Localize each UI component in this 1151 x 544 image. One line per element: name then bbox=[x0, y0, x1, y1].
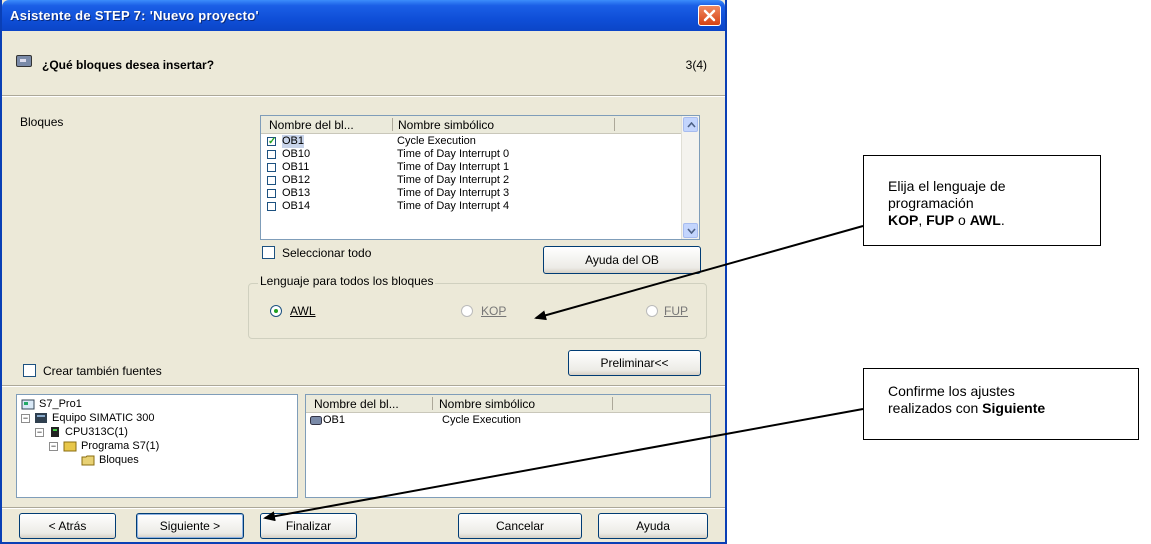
radio-kop-label[interactable]: KOP bbox=[481, 304, 506, 318]
block-row[interactable]: OB1 Cycle Execution bbox=[261, 135, 681, 148]
block-name: OB10 bbox=[282, 148, 311, 160]
preview-divider bbox=[2, 385, 725, 387]
title-bar[interactable]: Asistente de STEP 7: 'Nuevo proyecto' bbox=[2, 0, 725, 31]
create-sources-checkbox[interactable] bbox=[23, 364, 36, 377]
language-group-label: Lenguaje para todos los bloques bbox=[258, 274, 436, 288]
next-button[interactable]: Siguiente > bbox=[136, 513, 244, 539]
station-icon bbox=[35, 413, 47, 423]
chevron-down-icon bbox=[687, 228, 696, 234]
block-checkbox[interactable] bbox=[267, 135, 276, 148]
radio-fup[interactable] bbox=[646, 305, 658, 317]
block-row[interactable]: OB11 Time of Day Interrupt 1 bbox=[261, 161, 681, 174]
language-group bbox=[248, 283, 707, 339]
close-icon bbox=[703, 9, 716, 22]
block-name: OB14 bbox=[282, 200, 311, 212]
block-symbol: Time of Day Interrupt 2 bbox=[397, 174, 510, 186]
block-symbol: Cycle Execution bbox=[397, 135, 476, 147]
select-all-checkbox[interactable] bbox=[262, 246, 275, 259]
preview-column-symbolic-name[interactable]: Nombre simbólico bbox=[439, 397, 535, 411]
scroll-down-button[interactable] bbox=[683, 223, 698, 238]
block-icon bbox=[310, 416, 322, 425]
block-name: OB13 bbox=[282, 187, 311, 199]
select-all-label[interactable]: Seleccionar todo bbox=[282, 246, 371, 260]
callout-language: Elija el lenguaje de programación KOP, F… bbox=[863, 155, 1101, 246]
block-row[interactable]: OB10 Time of Day Interrupt 0 bbox=[261, 148, 681, 161]
project-tree[interactable]: S7_Pro1 − Equipo SIMATIC 300 − CPU313C(1… bbox=[16, 394, 298, 498]
blocks-label: Bloques bbox=[20, 115, 64, 129]
preview-button[interactable]: Preliminar<< bbox=[568, 350, 701, 376]
create-sources-label[interactable]: Crear también fuentes bbox=[43, 364, 162, 378]
cpu-icon bbox=[51, 427, 59, 437]
footer-divider bbox=[2, 507, 725, 509]
folder-icon bbox=[81, 455, 95, 466]
blocks-list[interactable]: Nombre del bl... Nombre simbólico OB1 Cyc… bbox=[260, 115, 700, 240]
block-checkbox[interactable] bbox=[267, 189, 276, 198]
radio-awl-label[interactable]: AWL bbox=[290, 304, 316, 318]
wizard-dialog: Asistente de STEP 7: 'Nuevo proyecto' ¿Q… bbox=[0, 0, 727, 544]
block-row[interactable]: OB13 Time of Day Interrupt 3 bbox=[261, 187, 681, 200]
step-indicator: 3(4) bbox=[685, 58, 707, 72]
help-button[interactable]: Ayuda bbox=[598, 513, 708, 539]
block-row[interactable]: OB14 Time of Day Interrupt 4 bbox=[261, 200, 681, 213]
blocks-scrollbar[interactable] bbox=[681, 116, 699, 239]
preview-blocks-list[interactable]: Nombre del bl... Nombre simbólico OB1 Cy… bbox=[305, 394, 711, 498]
ob-help-button[interactable]: Ayuda del OB bbox=[543, 246, 701, 274]
back-button[interactable]: < Atrás bbox=[19, 513, 116, 539]
cancel-button[interactable]: Cancelar bbox=[458, 513, 582, 539]
preview-list-row[interactable]: OB1 Cycle Execution bbox=[306, 414, 710, 427]
block-name: OB11 bbox=[282, 161, 310, 173]
finish-button[interactable]: Finalizar bbox=[260, 513, 357, 539]
radio-awl[interactable] bbox=[270, 305, 282, 317]
blocks-icon bbox=[16, 55, 32, 67]
radio-kop[interactable] bbox=[461, 305, 473, 317]
program-icon bbox=[63, 441, 77, 452]
preview-list-header: Nombre del bl... Nombre simbólico bbox=[306, 395, 710, 413]
header-divider bbox=[2, 95, 725, 97]
block-symbol: Time of Day Interrupt 3 bbox=[397, 187, 510, 199]
collapse-icon[interactable]: − bbox=[35, 428, 44, 437]
wizard-header: ¿Qué bloques desea insertar? 3(4) bbox=[2, 31, 725, 95]
block-symbol: Time of Day Interrupt 1 bbox=[397, 161, 510, 173]
block-name: OB1 bbox=[282, 135, 305, 148]
block-checkbox[interactable] bbox=[267, 176, 276, 185]
block-row[interactable]: OB12 Time of Day Interrupt 2 bbox=[261, 174, 681, 187]
chevron-up-icon bbox=[687, 122, 696, 128]
block-symbol: Time of Day Interrupt 0 bbox=[397, 148, 510, 160]
preview-column-block-name[interactable]: Nombre del bl... bbox=[314, 397, 399, 411]
collapse-icon[interactable]: − bbox=[21, 414, 30, 423]
wizard-question: ¿Qué bloques desea insertar? bbox=[42, 58, 215, 72]
block-checkbox[interactable] bbox=[267, 150, 276, 159]
block-checkbox[interactable] bbox=[267, 163, 276, 172]
window-title: Asistente de STEP 7: 'Nuevo proyecto' bbox=[10, 8, 259, 23]
blocks-list-header: Nombre del bl... Nombre simbólico bbox=[261, 116, 699, 134]
block-checkbox[interactable] bbox=[267, 202, 276, 211]
column-block-name[interactable]: Nombre del bl... bbox=[269, 118, 354, 132]
collapse-icon[interactable]: − bbox=[49, 442, 58, 451]
radio-fup-label[interactable]: FUP bbox=[664, 304, 688, 318]
project-icon bbox=[21, 399, 35, 410]
block-name: OB12 bbox=[282, 174, 311, 186]
close-button[interactable] bbox=[698, 5, 721, 26]
column-symbolic-name[interactable]: Nombre simbólico bbox=[398, 118, 494, 132]
block-symbol: Time of Day Interrupt 4 bbox=[397, 200, 510, 212]
callout-confirm: Confirme los ajustes realizados con Sigu… bbox=[863, 368, 1139, 440]
scroll-up-button[interactable] bbox=[683, 117, 698, 132]
